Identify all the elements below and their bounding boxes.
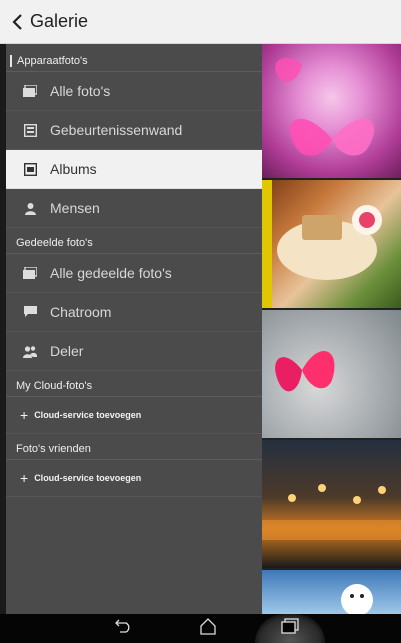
drawer-item-label: Albums (50, 161, 97, 177)
drawer-item-event-wall[interactable]: Gebeurtenissenwand (6, 111, 262, 150)
sharer-icon (22, 343, 38, 359)
people-icon (22, 200, 38, 216)
plus-icon: + (20, 407, 29, 423)
gallery-app: Galerie Apparaatfoto's Alle foto's Gebeu… (0, 0, 401, 643)
gallery-thumbnail[interactable] (262, 44, 401, 178)
home-button[interactable] (190, 614, 226, 643)
gallery-thumbnail[interactable] (262, 440, 401, 568)
home-icon (199, 617, 217, 640)
drawer-item-label: Deler (50, 343, 84, 359)
drawer-item-all-shared-photos[interactable]: Alle gedeelde foto's (6, 254, 262, 293)
add-cloud-service-label: Cloud-service toevoegen (34, 410, 142, 420)
drawer-item-label: Mensen (50, 200, 100, 216)
section-title: My Cloud-foto's (16, 380, 93, 392)
add-cloud-service-button[interactable]: + Cloud-service toevoegen (6, 397, 262, 434)
system-navigation-bar (0, 614, 401, 643)
gallery-thumbnail[interactable] (262, 180, 401, 308)
app-title[interactable]: Galerie (30, 11, 88, 32)
albums-icon (22, 161, 38, 177)
drawer-item-label: Alle gedeelde foto's (50, 265, 172, 281)
section-title: Gedeelde foto's (16, 237, 93, 249)
drawer-item-label: Gebeurtenissenwand (50, 122, 183, 138)
photos-icon (22, 265, 38, 281)
gallery-thumbnail[interactable] (262, 310, 401, 438)
event-wall-icon (22, 122, 38, 138)
gallery-grid (262, 44, 401, 614)
drawer-item-label: Alle foto's (50, 83, 111, 99)
add-cloud-service-label: Cloud-service toevoegen (34, 473, 142, 483)
photos-icon (22, 83, 38, 99)
chat-icon (22, 304, 38, 320)
recent-apps-button[interactable] (255, 614, 325, 643)
navigation-drawer: Apparaatfoto's Alle foto's Gebeurtenisse… (6, 44, 262, 614)
section-title: Apparaatfoto's (17, 55, 88, 67)
drawer-item-sharer[interactable]: Deler (6, 332, 262, 371)
section-header-device-photos: Apparaatfoto's (6, 44, 262, 72)
chevron-left-icon[interactable] (6, 0, 28, 44)
section-header-friends-photos: Foto's vrienden (6, 434, 262, 460)
section-title: Foto's vrienden (16, 443, 91, 455)
add-cloud-service-button[interactable]: + Cloud-service toevoegen (6, 460, 262, 497)
drawer-item-chatroom[interactable]: Chatroom (6, 293, 262, 332)
action-bar: Galerie (0, 0, 401, 44)
drawer-item-all-photos[interactable]: Alle foto's (6, 72, 262, 111)
gallery-thumbnail[interactable] (262, 570, 401, 614)
section-header-my-cloud: My Cloud-foto's (6, 371, 262, 397)
drawer-item-label: Chatroom (50, 304, 112, 320)
back-icon (113, 619, 133, 638)
drawer-item-people[interactable]: Mensen (6, 189, 262, 228)
recent-apps-icon (281, 618, 299, 639)
section-header-shared-photos: Gedeelde foto's (6, 228, 262, 254)
drawer-item-albums[interactable]: Albums (6, 150, 262, 189)
section-indicator (10, 55, 12, 67)
plus-icon: + (20, 470, 29, 486)
back-button[interactable] (105, 614, 141, 643)
